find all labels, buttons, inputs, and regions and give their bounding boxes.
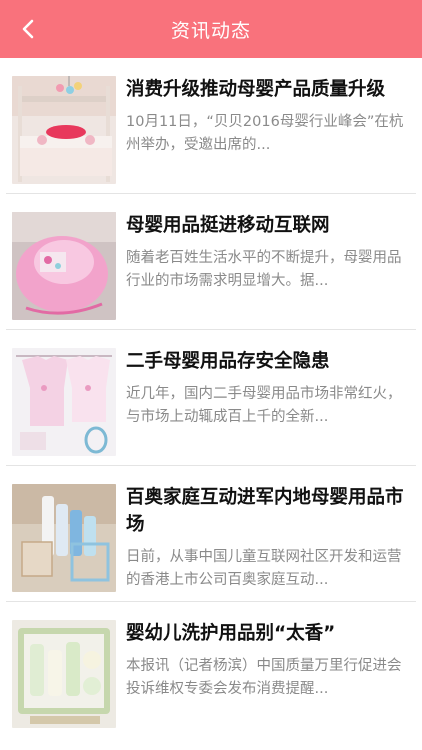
news-title: 母婴用品挺进移动互联网 — [126, 215, 330, 236]
page-title: 资讯动态 — [170, 19, 251, 42]
news-summary: 本报讯（记者杨滨）中国质量万里行促进会投诉维权专委会发布消费提醒... — [126, 658, 402, 697]
news-item[interactable]: 消费升级推动母婴产品质量升级 10月11日，“贝贝2016母婴行业峰会”在杭州举… — [6, 58, 416, 194]
news-title: 二手母婴用品存安全隐患 — [126, 351, 330, 372]
news-summary: 随着老百姓生活水平的不断提升，母婴用品行业的市场需求明显增大。据... — [126, 250, 402, 289]
news-thumbnail-crib — [12, 76, 116, 184]
news-title: 婴幼儿洗护用品别“太香” — [126, 623, 336, 644]
news-title: 百奥家庭互动进军内地母婴用品市场 — [126, 487, 404, 535]
news-item[interactable]: 百奥家庭互动进军内地母婴用品市场 日前，从事中国儿童互联网社区开发和运营的香港上… — [6, 466, 416, 602]
chevron-left-icon — [22, 19, 34, 39]
news-summary: 10月11日，“贝贝2016母婴行业峰会”在杭州举办，受邀出席的... — [126, 114, 404, 153]
app-header: 资讯动态 — [0, 0, 422, 58]
news-thumbnail-baby-bag — [12, 212, 116, 320]
news-title: 消费升级推动母婴产品质量升级 — [126, 79, 386, 100]
news-item[interactable]: 婴幼儿洗护用品别“太香” 本报讯（记者杨滨）中国质量万里行促进会投诉维权专委会发… — [6, 602, 416, 738]
back-button[interactable] — [10, 11, 46, 47]
news-thumbnail-gift-set — [12, 620, 116, 728]
news-summary: 日前，从事中国儿童互联网社区开发和运营的香港上市公司百奥家庭互动... — [126, 549, 402, 588]
news-item[interactable]: 二手母婴用品存安全隐患 近几年，国内二手母婴用品市场非常红火，与市场上动辄成百上… — [6, 330, 416, 466]
news-list: 消费升级推动母婴产品质量升级 10月11日，“贝贝2016母婴行业峰会”在杭州举… — [0, 58, 422, 738]
news-summary: 近几年，国内二手母婴用品市场非常红火，与市场上动辄成百上千的全新... — [126, 386, 402, 425]
news-thumbnail-baby-clothes — [12, 348, 116, 456]
news-item[interactable]: 母婴用品挺进移动互联网 随着老百姓生活水平的不断提升，母婴用品行业的市场需求明显… — [6, 194, 416, 330]
news-thumbnail-care-products — [12, 484, 116, 592]
